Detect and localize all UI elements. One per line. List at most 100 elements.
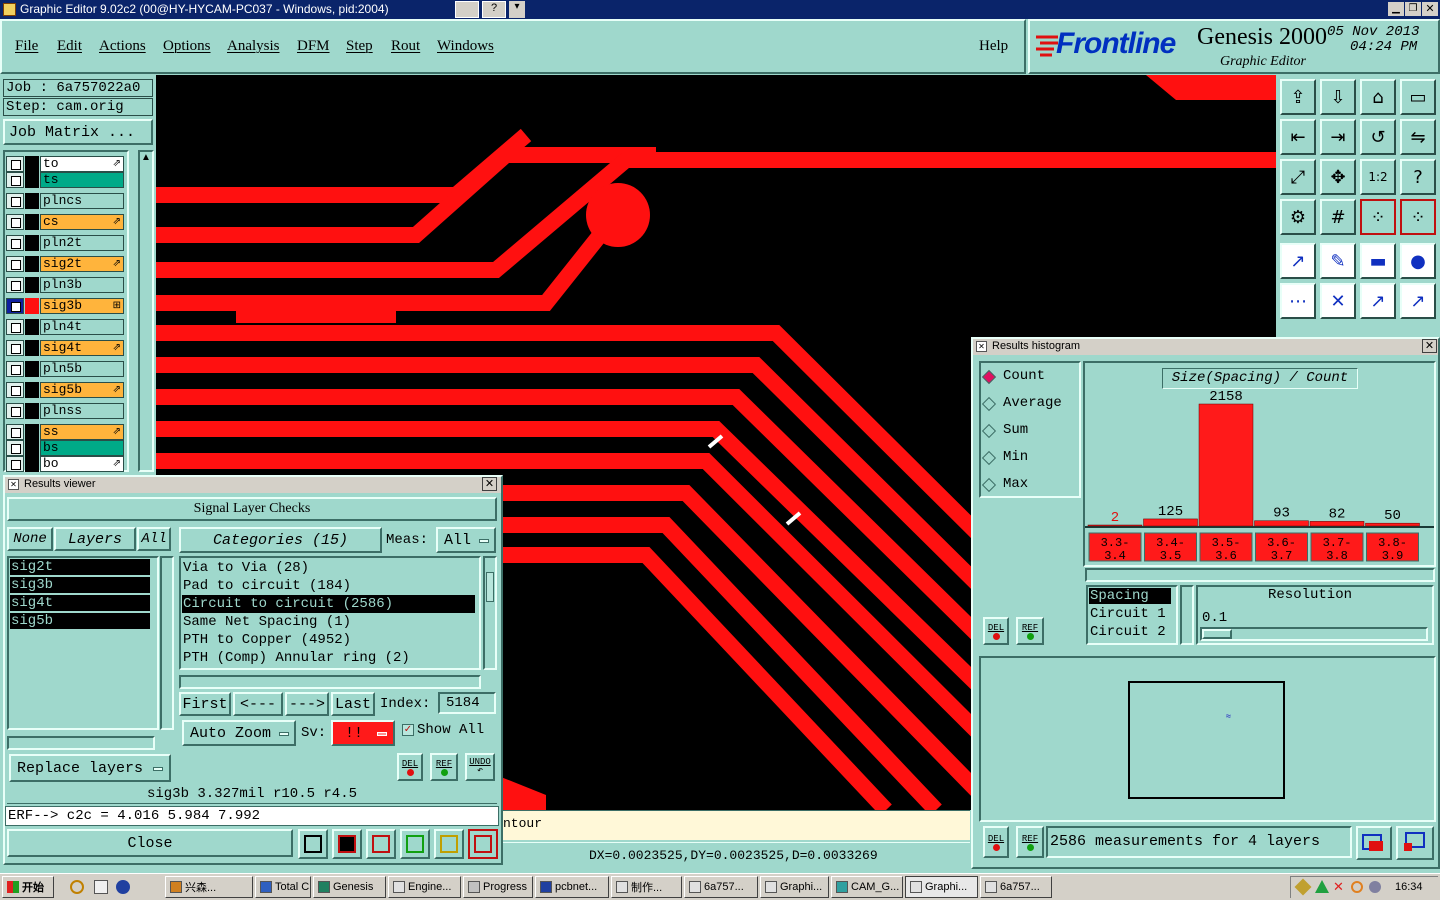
replace-layers-dropdown[interactable]: Replace layers — [9, 754, 171, 782]
menu-windows[interactable]: Windows — [437, 38, 494, 55]
layer-toggle[interactable] — [6, 424, 24, 440]
toolbar-icon-1[interactable] — [455, 1, 479, 18]
taskbar-item[interactable]: 6a757... — [980, 876, 1052, 898]
tray-icon-4[interactable] — [1351, 881, 1363, 893]
next-button[interactable]: ---> — [285, 692, 329, 716]
severity-dropdown[interactable]: !! — [331, 720, 395, 746]
type-list-scrollbar[interactable] — [1180, 585, 1194, 645]
tray-icon-3[interactable]: ✕ — [1333, 879, 1344, 895]
layer-toggle[interactable] — [6, 172, 24, 188]
category-item[interactable]: Via to Via (28) — [182, 559, 475, 577]
layer-name[interactable]: pln2t — [40, 235, 124, 251]
tool-select-icon[interactable]: ↗ — [1280, 243, 1316, 279]
undo-button[interactable]: UNDO ↶ — [465, 753, 495, 781]
results-layer-hscrollbar[interactable] — [7, 736, 155, 750]
layer-row-ss[interactable]: ss ⇗ — [6, 424, 124, 440]
layer-row-sig2t[interactable]: sig2t ⇗ — [6, 256, 124, 272]
results-layer-scrollbar[interactable] — [160, 556, 174, 730]
category-item[interactable]: PTH (Comp) Annular ring (2) — [182, 649, 475, 667]
layer-row-pln2t[interactable]: pln2t — [6, 235, 124, 251]
tool-mirror-icon[interactable]: ⇋ — [1400, 119, 1436, 155]
auto-zoom-dropdown[interactable]: Auto Zoom — [182, 720, 296, 746]
taskbar-item[interactable]: Graphi... — [905, 876, 978, 898]
mode-sum[interactable]: Sum — [981, 422, 1074, 442]
layer-name[interactable]: bo — [40, 456, 124, 472]
layer-name[interactable]: sig3b — [40, 298, 124, 314]
prev-button[interactable]: <--- — [233, 692, 283, 716]
histogram-hscrollbar[interactable] — [1085, 568, 1435, 582]
tool-connect-icon[interactable]: ⋯ — [1280, 283, 1316, 319]
mode-min[interactable]: Min — [981, 449, 1074, 469]
tool-fit-icon[interactable]: ⤢ — [1280, 159, 1316, 195]
tool-snap-icon[interactable]: ⁘ — [1360, 199, 1396, 235]
quicklaunch-icon-2[interactable] — [94, 880, 108, 894]
tool-query-icon[interactable]: ? — [1400, 159, 1436, 195]
tool-frame-icon[interactable]: ▭ — [1400, 79, 1436, 115]
meas-dropdown[interactable]: All — [436, 527, 496, 553]
del-button[interactable]: DEL — [397, 753, 423, 781]
layers-button[interactable]: Layers — [54, 527, 136, 551]
layer-toggle[interactable] — [6, 319, 24, 335]
show-all-checkbox[interactable]: ✓ — [402, 724, 414, 736]
slider-thumb[interactable] — [1202, 629, 1232, 639]
layer-toggle[interactable] — [6, 256, 24, 272]
bar-chart-button[interactable] — [468, 829, 498, 859]
layer-name[interactable]: pln4t — [40, 319, 124, 335]
layer-toggle[interactable] — [6, 298, 24, 314]
none-button[interactable]: None — [7, 527, 53, 551]
index-input[interactable]: 5184 — [438, 692, 496, 714]
layer-name[interactable]: sig5b — [40, 382, 124, 398]
tool-right-arrow-icon[interactable]: ⇥ — [1320, 119, 1356, 155]
scroll-thumb[interactable] — [486, 572, 494, 602]
close-icon[interactable]: ✕ — [482, 477, 497, 491]
taskbar-item[interactable]: Graphi... — [760, 876, 829, 898]
layer-toggle[interactable] — [6, 340, 24, 356]
layer-list-scrollbar[interactable]: ▲ — [138, 150, 154, 472]
type-item[interactable]: Circuit 1 — [1089, 606, 1171, 622]
taskbar-item[interactable]: Engine... — [388, 876, 461, 898]
menu-edit[interactable]: Edit — [57, 38, 82, 55]
hist-del-button[interactable]: DEL — [983, 617, 1009, 645]
layer-name[interactable]: sig4t — [40, 340, 124, 356]
menu-file[interactable]: File — [15, 38, 38, 55]
layer-row-sig4t[interactable]: sig4t ⇗ — [6, 340, 124, 356]
layer-row-sig3b[interactable]: sig3b ⊞ — [6, 298, 124, 314]
category-item[interactable]: PTH to Copper (4952) — [182, 631, 475, 649]
maximize-button[interactable]: ❐ — [1405, 2, 1421, 16]
category-item[interactable]: Circuit to circuit (2586) — [182, 595, 475, 613]
taskbar-item[interactable]: 制作... — [611, 876, 682, 898]
histogram-chart[interactable]: 2 3.3-3.4 125 3.4-3.5 2158 3.5-3.6 93 3.6-3.7 82… — [1085, 390, 1434, 565]
layer-name[interactable]: plnss — [40, 403, 124, 419]
start-button[interactable]: 开始 — [2, 876, 54, 898]
layer-row-ts[interactable]: ts — [6, 172, 124, 188]
tool-upload-icon[interactable]: ⇪ — [1280, 79, 1316, 115]
layer-row-plncs[interactable]: plncs — [6, 193, 124, 209]
layer-toggle[interactable] — [6, 403, 24, 419]
tool-arc-icon[interactable]: ↗ — [1400, 283, 1436, 319]
category-item[interactable]: Pad to circuit (184) — [182, 577, 475, 595]
signal-layer-checks-header[interactable]: Signal Layer Checks — [7, 497, 497, 521]
tool-measure-icon[interactable]: ▬ — [1360, 243, 1396, 279]
tray-icon-5[interactable] — [1369, 881, 1381, 893]
ref-button[interactable]: REF — [430, 753, 458, 781]
results-layer-item[interactable]: sig4t — [10, 595, 150, 611]
layer-name[interactable]: bs — [40, 440, 124, 456]
job-matrix-button[interactable]: Job Matrix ... — [3, 119, 153, 145]
tool-rotate-icon[interactable]: ↺ — [1360, 119, 1396, 155]
layer-toggle[interactable] — [6, 277, 24, 293]
layer-stack-button[interactable] — [298, 829, 328, 859]
results-layer-item[interactable]: sig3b — [10, 577, 150, 593]
categories-scrollbar[interactable] — [483, 556, 497, 670]
layer-toggle[interactable] — [6, 235, 24, 251]
report-button[interactable] — [434, 829, 464, 859]
tool-scale-1-2-icon[interactable]: 1:2 — [1360, 159, 1396, 195]
categories-button[interactable]: Categories (15) — [179, 527, 382, 553]
tool-download-icon[interactable]: ⇩ — [1320, 79, 1356, 115]
layer-name[interactable]: plncs — [40, 193, 124, 209]
layer-name[interactable]: sig2t — [40, 256, 124, 272]
hist-ref-button[interactable]: REF — [1016, 617, 1044, 645]
mode-count[interactable]: Count — [981, 368, 1074, 388]
layer-name[interactable]: to — [40, 156, 124, 172]
tool-left-arrow-icon[interactable]: ⇤ — [1280, 119, 1316, 155]
chevron-down-icon[interactable]: ▾ — [509, 1, 525, 18]
